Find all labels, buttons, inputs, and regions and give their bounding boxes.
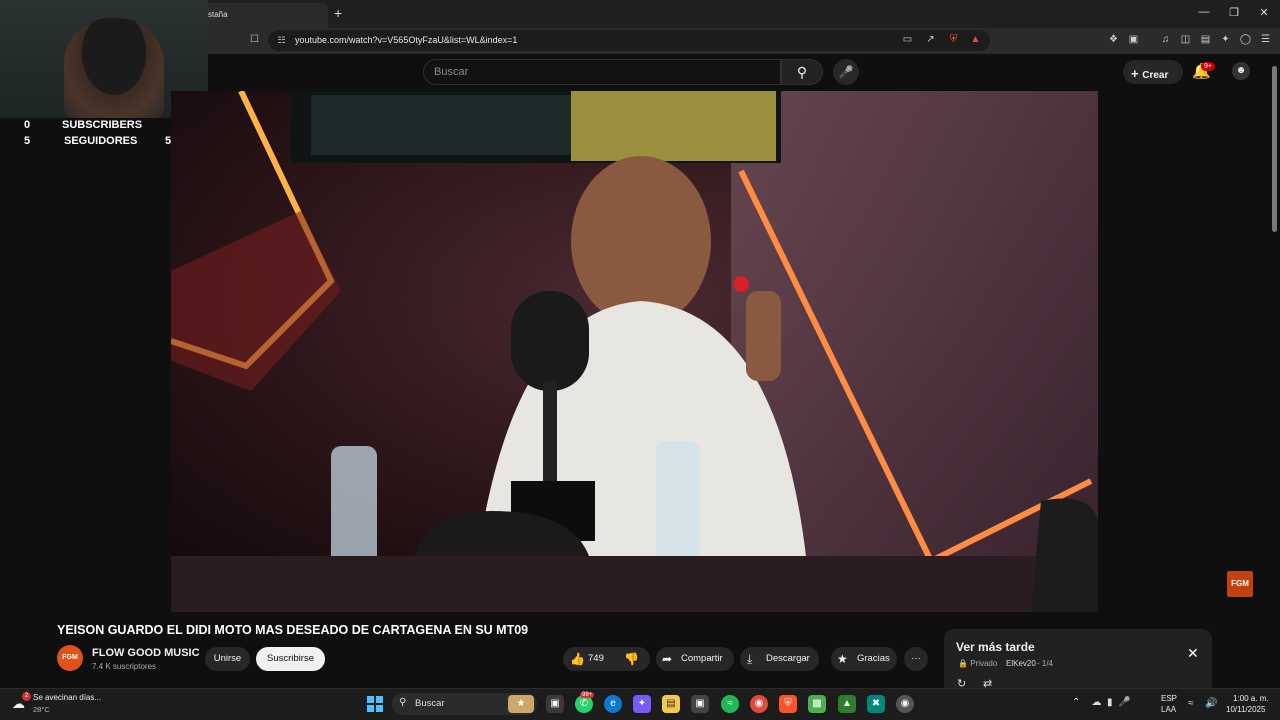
wallet-icon[interactable]: ▤	[1199, 33, 1212, 46]
video-frame	[171, 91, 1098, 612]
spotify-icon[interactable]: ≈	[721, 695, 739, 713]
video-player[interactable]	[171, 91, 1098, 612]
app-icon-1[interactable]: ▩	[808, 695, 826, 713]
capcut-icon[interactable]: ✖	[867, 695, 885, 713]
browser-tab[interactable]: staña	[200, 3, 328, 28]
taskbar-search-icon: ⚲	[399, 697, 407, 708]
app-icon-3[interactable]: ◉	[896, 695, 914, 713]
plus-icon: +	[1131, 66, 1143, 81]
close-window-icon[interactable]: ✕	[1254, 6, 1274, 19]
create-label: Crear	[1142, 70, 1169, 81]
voice-search-button[interactable]: 🎤	[833, 59, 859, 85]
copilot-icon[interactable]: ✦	[633, 695, 651, 713]
playlist-owner[interactable]: ElKev20	[1006, 659, 1036, 668]
screenshot-icon[interactable]: ▣	[1127, 33, 1140, 46]
like-icon[interactable]: 👍	[570, 647, 585, 671]
url-text: youtube.com/watch?v=V565OtyFzaU&list=WL&…	[295, 35, 518, 45]
download-button[interactable]: ⤓ Descargar	[740, 647, 819, 671]
clock-date: 10/11/2025	[1226, 705, 1266, 714]
sidebar-icon[interactable]: ◫	[1179, 33, 1192, 46]
extensions-icon[interactable]: ❖	[1107, 33, 1120, 46]
tab-title: staña	[208, 10, 228, 19]
microphone-icon: 🎤	[838, 65, 854, 79]
download-label: Descargar	[766, 653, 810, 664]
search-input[interactable]	[423, 59, 781, 85]
thanks-label: Gracias	[857, 653, 890, 664]
weather-badge: 2	[22, 692, 31, 701]
bookmark-icon[interactable]: ☐	[248, 33, 261, 46]
close-playlist-icon[interactable]: ✕	[1187, 645, 1199, 662]
store-icon[interactable]: ▣	[691, 695, 709, 713]
share-page-icon[interactable]: ↗	[924, 33, 937, 46]
more-icon: ···	[911, 653, 921, 664]
streamer-face	[64, 18, 164, 118]
scrollbar-thumb[interactable]	[1272, 66, 1277, 232]
create-button[interactable]: + Crear	[1123, 60, 1183, 84]
channel-subscribers: 7.4 K suscriptores	[92, 662, 157, 671]
search-icon: ⚲	[796, 64, 808, 80]
search-button[interactable]: ⚲	[781, 59, 823, 85]
account-avatar[interactable]: ☻	[1232, 62, 1250, 80]
wifi-icon[interactable]: ≈	[1188, 698, 1194, 709]
cast-icon[interactable]: ▭	[901, 33, 914, 46]
share-button[interactable]: ➦ Compartir	[656, 647, 734, 671]
volume-icon[interactable]: 🔊	[1205, 698, 1217, 709]
thanks-icon: ★	[837, 652, 848, 666]
subscribe-button[interactable]: Suscribirse	[256, 647, 325, 671]
followers-counter: 5 SEGUIDORES 500	[24, 135, 183, 147]
like-dislike-group: 👍 749 👎	[563, 647, 650, 671]
new-tab-button[interactable]: +	[334, 5, 342, 21]
language-indicator[interactable]: ESP	[1161, 694, 1177, 703]
chrome-icon[interactable]: ◉	[750, 695, 768, 713]
leo-ai-icon[interactable]: ✦	[1219, 33, 1232, 46]
video-title: YEISON GUARDO EL DIDI MOTO MAS DESEADO D…	[57, 623, 529, 637]
weather-text[interactable]: Se avecinan días...	[33, 693, 101, 702]
site-settings-icon[interactable]: ☷	[275, 34, 288, 47]
channel-watermark[interactable]: FGM	[1227, 571, 1253, 597]
brave-icon[interactable]: ⛨	[779, 695, 797, 713]
search-highlight-icon[interactable]: ★	[508, 695, 534, 713]
more-actions-button[interactable]: ···	[904, 647, 928, 671]
minimize-icon[interactable]: —	[1194, 6, 1214, 18]
thanks-button[interactable]: ★ Gracias	[831, 647, 897, 671]
download-icon: ⤓	[747, 652, 753, 666]
dislike-icon[interactable]: 👎	[624, 647, 639, 671]
menu-icon[interactable]: ☰	[1259, 33, 1272, 46]
channel-avatar[interactable]: FGM	[57, 645, 83, 671]
channel-name[interactable]: FLOW GOOD MUSIC	[92, 647, 200, 659]
task-view-icon[interactable]: ▣	[546, 695, 564, 713]
system-tray[interactable]: ⌃ ☁ ▮ 🎤	[1072, 697, 1131, 708]
temperature: 28°C	[33, 705, 50, 714]
taskbar-search-label: Buscar	[415, 698, 445, 709]
brave-shield-icon[interactable]: ⛨	[947, 33, 960, 46]
join-button[interactable]: Unirse	[205, 647, 250, 671]
edge-icon[interactable]: e	[604, 695, 622, 713]
whatsapp-badge: 99+	[580, 692, 595, 698]
clock-time[interactable]: 1:00 a. m.	[1233, 694, 1269, 703]
media-icon[interactable]: ♫	[1159, 33, 1172, 46]
start-windows-icon[interactable]	[367, 696, 383, 712]
file-explorer-icon[interactable]: ▤	[662, 695, 680, 713]
like-count[interactable]: 749	[588, 647, 604, 671]
brave-rewards-icon[interactable]: ▲	[969, 33, 982, 46]
app-icon-2[interactable]: ▲	[838, 695, 856, 713]
vpn-icon[interactable]: ◯	[1239, 33, 1252, 46]
subscribers-counter: 0 SUBSCRIBERS 10	[24, 119, 187, 131]
layout-indicator: LAA	[1161, 705, 1177, 714]
watch-later-title[interactable]: Ver más tarde	[956, 640, 1035, 654]
share-label: Compartir	[681, 653, 723, 664]
search-placeholder: Buscar	[434, 66, 469, 78]
lock-icon: 🔒	[958, 659, 971, 668]
notifications-badge: 9+	[1201, 62, 1215, 71]
privacy-label: 🔒 Privado	[958, 659, 998, 668]
share-icon: ➦	[662, 652, 673, 666]
playlist-position: - 1/4	[1037, 659, 1054, 668]
maximize-icon[interactable]: ❐	[1224, 6, 1244, 19]
